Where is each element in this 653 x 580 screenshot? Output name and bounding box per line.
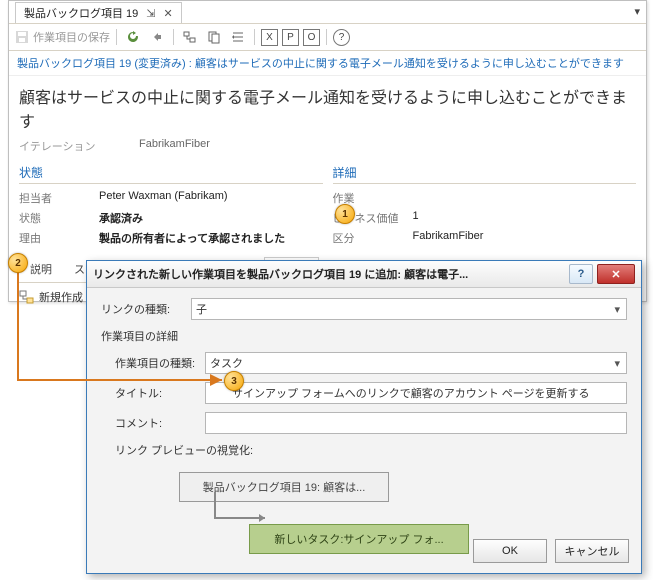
tab-overflow-icon[interactable]: ▾: [634, 5, 640, 18]
link-type-value: 子: [196, 301, 207, 317]
area-value[interactable]: FabrikamFiber: [413, 230, 484, 246]
help-icon[interactable]: ?: [333, 29, 350, 46]
dialog-titlebar[interactable]: リンクされた新しい作業項目を製品バックログ項目 19 に追加: 顧客は電子...…: [87, 261, 641, 288]
callout-badge-2: 2: [8, 253, 28, 273]
reason-value[interactable]: 製品の所有者によって承認されました: [99, 230, 285, 246]
toolbar: 作業項目の保存 X P O ?: [9, 24, 646, 51]
refresh-icon[interactable]: [123, 27, 143, 47]
link-icon[interactable]: [180, 27, 200, 47]
assignee-label: 担当者: [19, 190, 99, 206]
close-icon[interactable]: ✕: [164, 7, 173, 20]
save-button[interactable]: 作業項目の保存: [15, 29, 110, 45]
reason-label: 理由: [19, 230, 99, 246]
new-linked-item-button[interactable]: 新規作成: [39, 289, 83, 305]
document-tab-label: 製品バックログ項目 19: [24, 5, 138, 21]
ok-button[interactable]: OK: [473, 539, 547, 563]
box-x-icon[interactable]: X: [261, 29, 278, 46]
iteration-row: イテレーション FabrikamFiber: [9, 138, 646, 158]
preview-heading: リンク プレビューの視覚化:: [115, 442, 627, 458]
title-input[interactable]: サインアップ フォームへのリンクで顧客のアカウント ページを更新する: [205, 382, 627, 404]
title-field-label: タイトル:: [115, 385, 205, 401]
copy-icon[interactable]: [204, 27, 224, 47]
callout-badge-1: 1: [335, 204, 355, 224]
save-label: 作業項目の保存: [33, 29, 110, 45]
dialog-body: リンクの種類: 子 作業項目の詳細 作業項目の種類: タスク タイトル: サイン…: [87, 288, 641, 562]
comment-input[interactable]: [205, 412, 627, 434]
right-column: 詳細 作業 ビジネス価値1 区分FabrikamFiber: [333, 164, 637, 250]
separator: [326, 29, 327, 45]
callout-badge-3: 3: [224, 371, 244, 391]
add-link-dialog: リンクされた新しい作業項目を製品バックログ項目 19 に追加: 顧客は電子...…: [86, 260, 642, 574]
section-heading-details: 詳細: [333, 164, 637, 184]
preview-connector-icon: [195, 492, 395, 542]
undo-icon[interactable]: [147, 27, 167, 47]
area-label: 区分: [333, 230, 413, 246]
section-heading-state: 状態: [19, 164, 323, 184]
document-tab-bar: 製品バックログ項目 19 ⇲ ✕ ▾: [9, 1, 646, 24]
details-heading: 作業項目の詳細: [101, 328, 627, 344]
comment-label: コメント:: [115, 415, 205, 431]
title-input-value: サインアップ フォームへのリンクで顧客のアカウント ページを更新する: [232, 385, 590, 401]
bv-value[interactable]: 1: [413, 210, 419, 226]
dialog-button-row: OK キャンセル: [473, 539, 629, 563]
work-item-window: 製品バックログ項目 19 ⇲ ✕ ▾ 作業項目の保存 X P O ?: [8, 0, 647, 302]
left-column: 状態 担当者Peter Waxman (Fabrikam) 状態承認済み 理由製…: [19, 164, 323, 250]
breadcrumb: 製品バックログ項目 19 (変更済み) : 顧客はサービスの中止に関する電子メー…: [9, 51, 646, 76]
save-icon: [15, 30, 29, 44]
assignee-value[interactable]: Peter Waxman (Fabrikam): [99, 190, 228, 206]
dialog-title: リンクされた新しい作業項目を製品バックログ項目 19 に追加: 顧客は電子...: [93, 266, 468, 282]
document-tab[interactable]: 製品バックログ項目 19 ⇲ ✕: [15, 2, 182, 23]
box-o-icon[interactable]: O: [303, 29, 320, 46]
wi-type-value: タスク: [210, 355, 243, 371]
separator: [173, 29, 174, 45]
pin-icon[interactable]: ⇲: [146, 7, 155, 20]
box-p-icon[interactable]: P: [282, 29, 299, 46]
fields-columns: 状態 担当者Peter Waxman (Fabrikam) 状態承認済み 理由製…: [9, 158, 646, 250]
separator: [254, 29, 255, 45]
outdent-icon[interactable]: [228, 27, 248, 47]
new-linked-item-icon: [19, 290, 35, 304]
iteration-label: イテレーション: [19, 138, 109, 154]
wi-type-label: 作業項目の種類:: [115, 355, 205, 371]
state-label: 状態: [19, 210, 99, 226]
breadcrumb-text: 製品バックログ項目 19 (変更済み) : 顧客はサービスの中止に関する電子メー…: [17, 58, 624, 70]
dialog-close-button[interactable]: ✕: [597, 264, 635, 284]
page-title: 顧客はサービスの中止に関する電子メール通知を受けるように申し込むことができます: [9, 76, 646, 138]
dialog-help-button[interactable]: ?: [569, 264, 593, 284]
link-type-select[interactable]: 子: [191, 298, 627, 320]
separator: [116, 29, 117, 45]
cancel-button[interactable]: キャンセル: [555, 539, 629, 563]
link-type-label: リンクの種類:: [101, 301, 191, 317]
state-value[interactable]: 承認済み: [99, 210, 143, 226]
iteration-value[interactable]: FabrikamFiber: [139, 138, 210, 154]
wi-type-select[interactable]: タスク: [205, 352, 627, 374]
